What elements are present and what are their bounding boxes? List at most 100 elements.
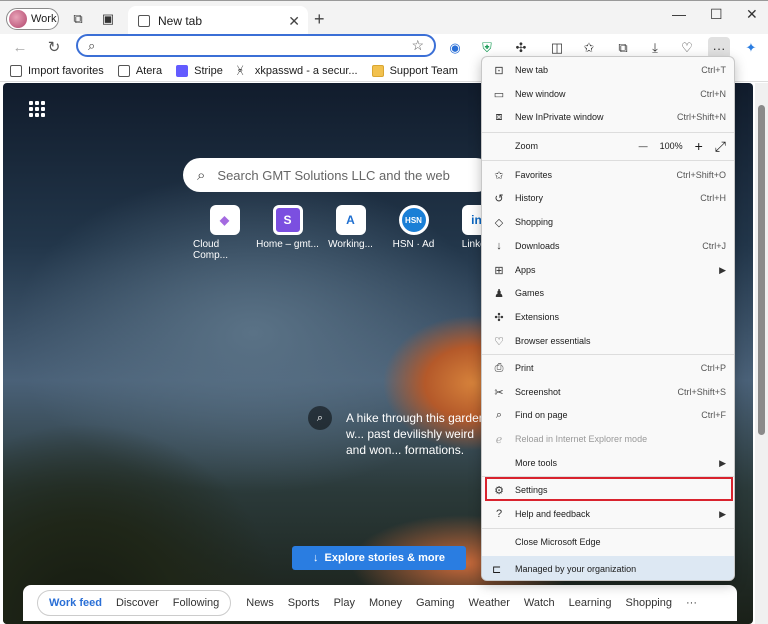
- settings-highlight-outline: [485, 477, 733, 501]
- tab-discover[interactable]: Discover: [116, 597, 159, 609]
- read-aloud-icon[interactable]: ◉: [444, 37, 466, 59]
- refresh-icon[interactable]: ↻: [44, 37, 64, 57]
- bookmark-xkpasswd[interactable]: ᚸ xkpasswd - a secur...: [237, 65, 358, 77]
- tab-work-feed[interactable]: Work feed: [49, 597, 102, 609]
- more-topics-button[interactable]: ···: [686, 597, 697, 609]
- quick-link-tile[interactable]: HSN HSN · Ad: [382, 205, 445, 261]
- page-scrollbar[interactable]: [755, 83, 768, 624]
- apps-icon: ⊞: [494, 264, 504, 277]
- zoom-in-button[interactable]: +: [695, 138, 703, 154]
- menu-divider: [482, 132, 734, 133]
- quick-link-tile[interactable]: S Home – gmt...: [256, 205, 319, 261]
- tab-play[interactable]: Play: [334, 597, 355, 609]
- zoom-out-button[interactable]: —: [639, 141, 648, 151]
- tab-shopping[interactable]: Shopping: [626, 597, 673, 609]
- menu-divider: [482, 160, 734, 161]
- menu-item-browser-essentials[interactable]: ♡ Browser essentials: [482, 330, 734, 352]
- shopping-tag-icon: ◇: [494, 216, 504, 229]
- bookmark-support-team[interactable]: Support Team: [371, 64, 458, 77]
- tab-weather[interactable]: Weather: [469, 597, 510, 609]
- tab-favicon-icon: [138, 14, 150, 27]
- close-window-button[interactable]: ✕: [746, 6, 758, 23]
- web-search-box[interactable]: ⌕ Search GMT Solutions LLC and the web: [183, 158, 493, 192]
- address-bar[interactable]: ⌕ ☆: [76, 34, 436, 57]
- menu-item-new-tab[interactable]: ⊡ New tab Ctrl+T: [482, 59, 734, 81]
- feed-tabs: Work feed Discover Following News Sports…: [23, 585, 737, 621]
- find-icon: ⌕: [495, 408, 503, 421]
- bookmark-atera[interactable]: Atera: [117, 64, 162, 77]
- menu-item-help[interactable]: ? Help and feedback ▶: [482, 503, 734, 525]
- new-tab-icon: ⊡: [494, 64, 504, 77]
- chevron-right-icon: ▶: [719, 264, 726, 275]
- tab-actions-icon[interactable]: ▣: [100, 11, 116, 27]
- menu-divider: [482, 354, 734, 355]
- menu-item-extensions[interactable]: ✣ Extensions: [482, 306, 734, 328]
- copilot-icon[interactable]: ✦: [740, 37, 762, 59]
- tab-watch[interactable]: Watch: [524, 597, 555, 609]
- menu-item-zoom: Zoom — 100% + ⤢: [515, 137, 726, 155]
- back-icon[interactable]: ←: [10, 37, 30, 57]
- search-icon: ⌕: [88, 38, 96, 53]
- tab-money[interactable]: Money: [369, 597, 402, 609]
- tab-learning[interactable]: Learning: [569, 597, 612, 609]
- menu-item-new-window[interactable]: ▭ New window Ctrl+N: [482, 83, 734, 105]
- managed-by-organization[interactable]: ⊏ Managed by your organization: [482, 556, 734, 580]
- menu-item-games[interactable]: ♟ Games: [482, 282, 734, 304]
- inprivate-icon: ⧈: [495, 110, 503, 123]
- chevron-right-icon: ▶: [719, 457, 726, 468]
- azure-icon: A: [335, 205, 366, 235]
- menu-item-more-tools[interactable]: More tools ▶: [482, 452, 734, 474]
- favorite-star-icon[interactable]: ☆: [411, 37, 424, 54]
- history-icon: ↺: [494, 192, 504, 205]
- tab-close-icon[interactable]: ✕: [288, 13, 300, 30]
- briefcase-icon: ⊏: [492, 563, 502, 576]
- menu-divider: [482, 528, 734, 529]
- title-bar: Work ⧉ ▣ New tab ✕ + — ☐ ✕: [0, 0, 768, 35]
- menu-item-shopping[interactable]: ◇ Shopping: [482, 211, 734, 233]
- search-icon: ⌕: [197, 166, 206, 184]
- profile-button[interactable]: Work: [6, 8, 59, 30]
- menu-item-new-inprivate[interactable]: ⧈ New InPrivate window Ctrl+Shift+N: [482, 106, 734, 128]
- fullscreen-icon[interactable]: ⤢: [715, 138, 726, 155]
- menu-item-close-edge[interactable]: Close Microsoft Edge: [482, 531, 734, 553]
- scrollbar-thumb[interactable]: [758, 105, 765, 435]
- workspaces-icon[interactable]: ⧉: [70, 11, 86, 27]
- new-tab-button[interactable]: +: [314, 9, 325, 30]
- screenshot-icon: ✂: [494, 386, 504, 399]
- tab-new-tab[interactable]: New tab ✕: [128, 6, 308, 35]
- stripe-icon: [176, 64, 189, 77]
- search-placeholder: Search GMT Solutions LLC and the web: [217, 167, 450, 183]
- explore-stories-button[interactable]: ↓ Explore stories & more: [292, 546, 466, 570]
- menu-item-downloads[interactable]: ↓ Downloads Ctrl+J: [482, 235, 734, 257]
- menu-item-history[interactable]: ↺ History Ctrl+H: [482, 187, 734, 209]
- quick-link-tile[interactable]: A Working...: [319, 205, 382, 261]
- downloads-icon: ↓: [496, 240, 502, 252]
- minimize-button[interactable]: —: [672, 6, 686, 22]
- tab-gaming[interactable]: Gaming: [416, 597, 455, 609]
- folder-icon: [371, 64, 384, 77]
- menu-item-favorites[interactable]: ✩ Favorites Ctrl+Shift+O: [482, 164, 734, 186]
- chevron-right-icon: ▶: [719, 508, 726, 519]
- image-caption[interactable]: A hike through this garden w... past dev…: [346, 410, 496, 458]
- help-icon: ?: [495, 508, 503, 520]
- tab-news[interactable]: News: [246, 597, 274, 609]
- bookmark-import-favorites[interactable]: Import favorites: [10, 64, 104, 77]
- image-info-icon[interactable]: ⌕: [308, 406, 332, 430]
- favorites-icon: ✩: [494, 169, 504, 182]
- tab-title: New tab: [158, 13, 203, 28]
- menu-item-print[interactable]: ⎙ Print Ctrl+P: [482, 357, 734, 379]
- quick-links: ◆ Cloud Comp... S Home – gmt... A Working..…: [193, 205, 508, 261]
- menu-item-find-on-page[interactable]: ⌕ Find on page Ctrl+F: [482, 404, 734, 426]
- maximize-button[interactable]: ☐: [710, 6, 723, 23]
- menu-item-ie-mode: ℯ Reload in Internet Explorer mode: [482, 428, 734, 450]
- feed-primary-tabs: Work feed Discover Following: [37, 590, 232, 616]
- app-launcher-icon[interactable]: [29, 101, 45, 117]
- extensions-icon: ✣: [494, 311, 504, 324]
- tab-sports[interactable]: Sports: [288, 597, 320, 609]
- quick-link-tile[interactable]: ◆ Cloud Comp...: [193, 205, 256, 261]
- bookmark-stripe[interactable]: Stripe: [176, 64, 223, 77]
- menu-item-screenshot[interactable]: ✂ Screenshot Ctrl+Shift+S: [482, 381, 734, 403]
- tab-following[interactable]: Following: [173, 597, 219, 609]
- new-window-icon: ▭: [493, 88, 505, 101]
- menu-item-apps[interactable]: ⊞ Apps ▶: [482, 259, 734, 281]
